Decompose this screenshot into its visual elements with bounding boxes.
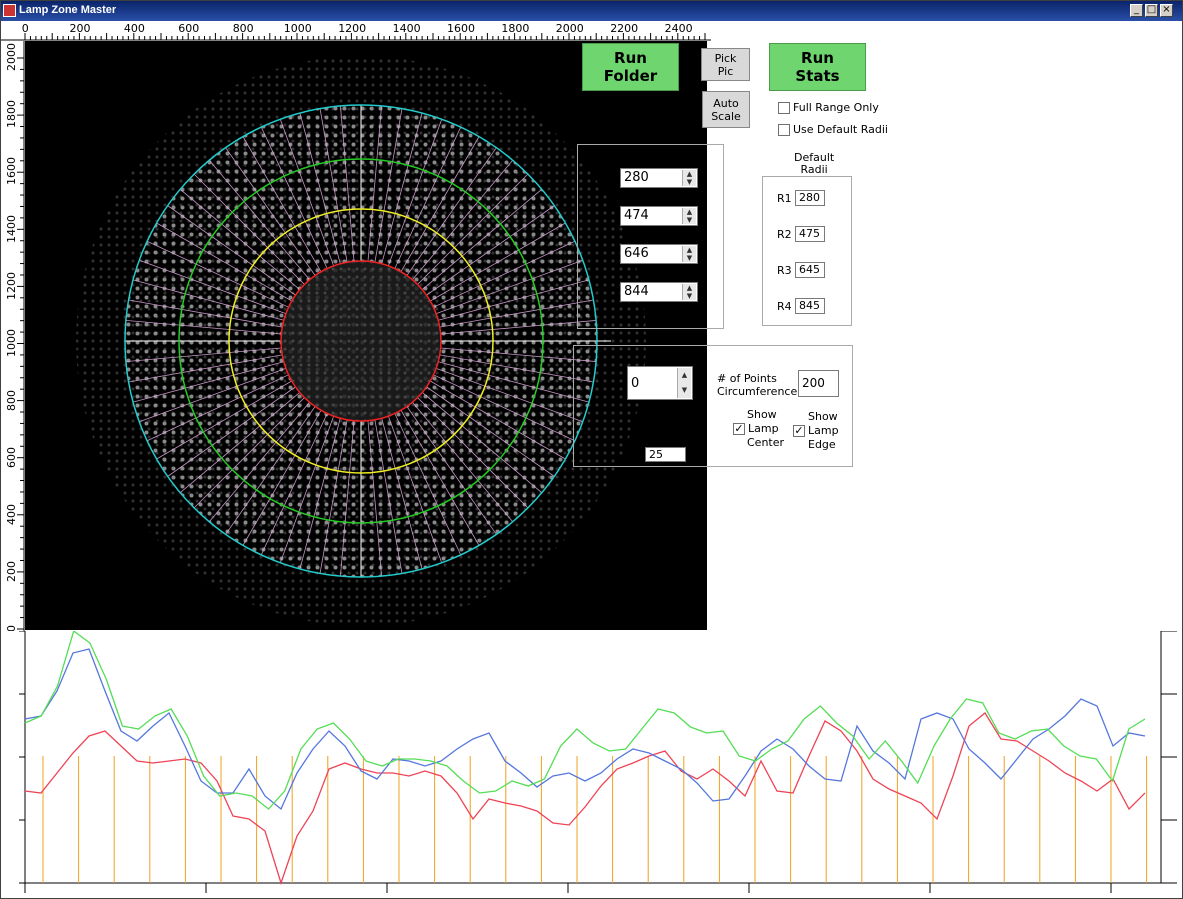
full-range-only-checkbox[interactable]: Full Range Only [778,101,879,114]
top-ruler-label: 2400 [664,22,693,35]
run-stats-label-2: Stats [795,67,840,85]
pick-pic-button[interactable]: Pick Pic [701,48,750,81]
r4-spin-arrows[interactable]: ▲ ▼ [682,284,696,300]
full-range-only-box[interactable] [778,101,790,114]
default-radii-input[interactable]: 645 [795,262,825,278]
run-stats-button[interactable]: Run Stats [769,43,866,91]
top-ruler-label: 800 [232,22,254,35]
offset-spin-arrows[interactable]: ▲ ▼ [677,368,691,398]
left-ruler-label: 1200 [5,271,18,300]
top-ruler-label: 2200 [610,22,639,35]
run-folder-label-2: Folder [603,67,658,85]
r4-value: 844 [624,284,649,299]
profile-graph-canvas [19,629,1177,893]
top-ruler-label: 400 [123,22,145,35]
r3-value: 646 [624,246,649,261]
use-default-radii-label: Use Default Radii [793,123,888,136]
r3-spinner[interactable]: 646 ▲ ▼ [620,244,698,264]
top-ruler-label: 2000 [555,22,584,35]
show-center-checkbox[interactable]: ✓ Lamp [733,422,779,435]
default-radii-title: Default Radii [792,152,837,176]
left-ruler-label: 400 [5,503,18,525]
auto-scale-label-1: Auto [713,96,739,110]
left-ruler-label: 800 [5,389,18,411]
use-default-radii-box[interactable] [778,123,790,136]
top-ruler-label: 1400 [392,22,421,35]
r2-spinner[interactable]: 474 ▲ ▼ [620,206,698,226]
r1-spinner[interactable]: 280 ▲ ▼ [620,168,698,188]
show-center-text-2: Lamp [748,422,779,435]
full-range-only-label: Full Range Only [793,101,879,114]
default-radii-label: R3 [777,264,792,277]
r2-spin-arrows[interactable]: ▲ ▼ [682,208,696,224]
r1-spin-arrows[interactable]: ▲ ▼ [682,170,696,186]
top-ruler-label: 1000 [283,22,312,35]
default-radii-label: R1 [777,192,792,205]
top-ruler-label: 1600 [447,22,475,35]
left-ruler-label: 600 [5,446,18,468]
show-edge-checkbox[interactable]: ✓ Lamp [793,424,839,437]
default-radii-title-2: Radii [800,163,828,176]
title-bar: Lamp Zone Master _ □ × [1,1,1182,21]
points-label-2: Circumference [717,385,798,398]
pick-pic-label-2: Pic [717,64,734,78]
run-folder-label-1: Run [614,49,647,67]
default-radii-label: R4 [777,300,792,313]
default-radii-input[interactable]: 475 [795,226,825,242]
r3-spin-arrows[interactable]: ▲ ▼ [682,246,696,262]
left-ruler-label: 1400 [5,214,18,243]
default-radii-input[interactable]: 280 [795,190,825,206]
show-edge-text-3: Edge [808,438,836,451]
left-ruler: 2000 1800 1600 1400 1200 1000 800 600 400 200 0 [1,41,25,632]
show-edge-text-1: Show [808,410,838,423]
top-ruler: 0 200 400 600 800 1000 1200 1400 1600 1800 2000 220… [1,21,711,41]
threshold-input[interactable]: 25 [645,447,686,462]
left-ruler-label: 200 [5,560,18,582]
lamp-image[interactable] [25,41,707,630]
points-input[interactable]: 200 [798,370,839,397]
offset-spinner[interactable]: 0 ▲ ▼ [627,366,693,400]
red-series-line [24,712,1146,886]
left-ruler-label: 1800 [5,100,18,129]
points-label: # of Points Circumference [717,372,797,398]
app-window: Lamp Zone Master _ □ × 0 200 400 600 800 1000… [0,0,1183,899]
r4-spinner[interactable]: 844 ▲ ▼ [620,282,698,302]
maximize-button[interactable]: □ [1145,4,1158,17]
left-ruler-label: 2000 [5,43,18,72]
lamp-image-canvas [76,56,646,626]
run-stats-label-1: Run [801,49,834,67]
top-ruler-label: 1200 [338,22,367,35]
profile-graph [1,629,1182,898]
blue-series-line [24,648,1146,811]
top-ruler-label: 1800 [501,22,530,35]
run-folder-button[interactable]: Run Folder [582,43,679,91]
auto-scale-label-2: Scale [711,109,741,123]
left-ruler-label: 1600 [5,157,18,186]
left-ruler-label: 1000 [5,328,18,357]
close-button[interactable]: × [1160,4,1173,17]
minimize-button[interactable]: _ [1130,4,1143,17]
show-edge-box[interactable]: ✓ [793,424,805,437]
show-center-box[interactable]: ✓ [733,422,745,435]
top-ruler-label: 0 [21,22,29,35]
top-ruler-label: 600 [178,22,200,35]
pick-pic-label-1: Pick [714,51,737,65]
use-default-radii-checkbox[interactable]: Use Default Radii [778,123,888,136]
default-radii-input[interactable]: 845 [795,298,825,314]
auto-scale-button[interactable]: Auto Scale [702,91,750,128]
show-center-text-1: Show [747,408,777,421]
show-center-text-3: Center [747,436,785,449]
offset-value: 0 [631,376,640,391]
app-icon [3,4,16,17]
points-label-1: # of Points [717,372,777,385]
window-title: Lamp Zone Master [19,4,117,16]
show-edge-text-2: Lamp [808,424,839,437]
top-ruler-label: 200 [69,22,91,35]
r1-value: 280 [624,170,649,185]
r2-value: 474 [624,208,649,223]
default-radii-label: R2 [777,228,792,241]
show-center-label: Show [747,408,777,421]
